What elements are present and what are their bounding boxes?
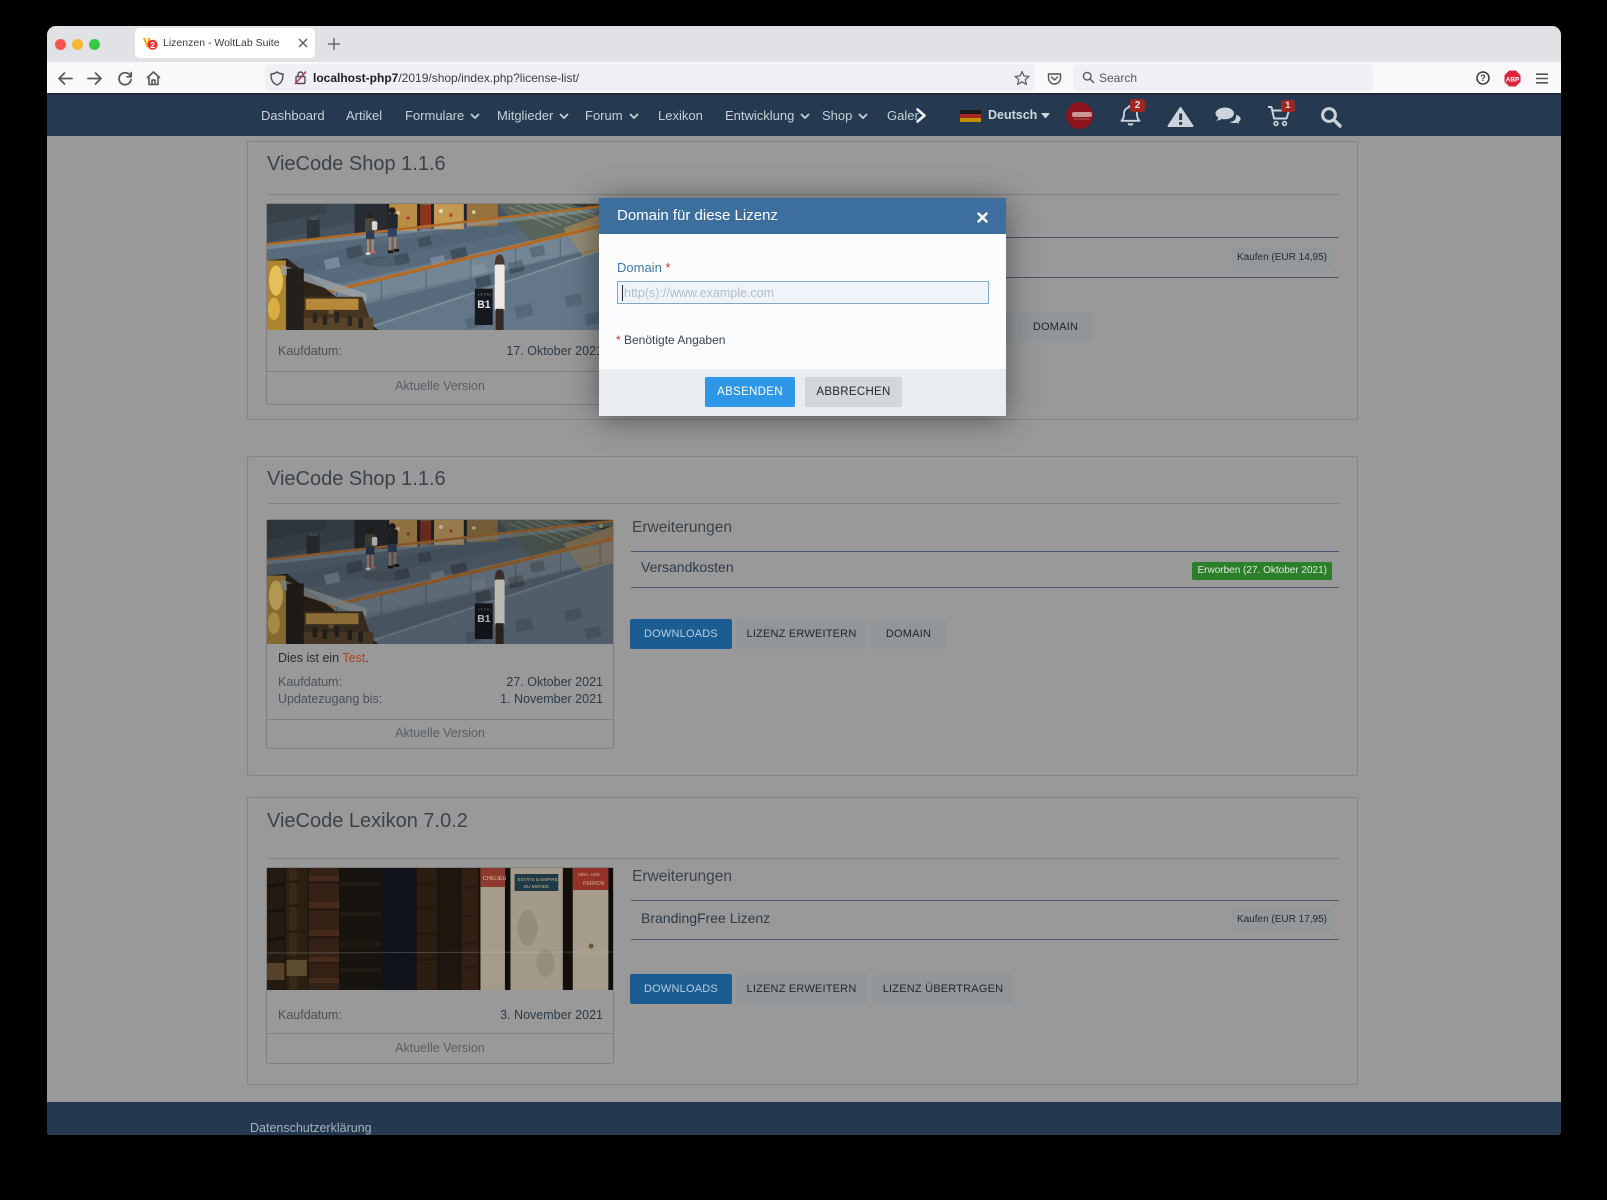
- svg-text:?: ?: [1480, 73, 1486, 83]
- svg-text:ABP: ABP: [1506, 76, 1520, 83]
- svg-text:2: 2: [150, 40, 155, 50]
